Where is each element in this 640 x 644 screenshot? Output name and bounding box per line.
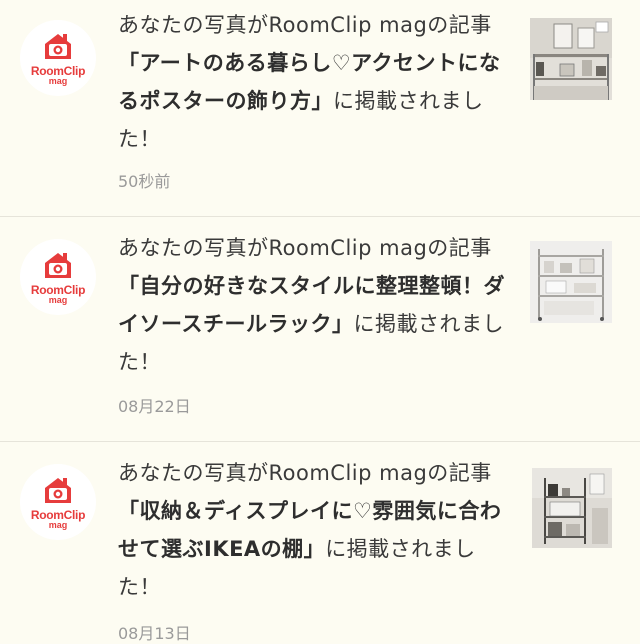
logo-subtitle: mag [48, 75, 68, 86]
logo-subtitle: mag [48, 519, 68, 530]
camera-icon [45, 477, 71, 503]
notification-message[interactable]: あなたの写真がRoomClip magの記事「自分の好きなスタイルに整理整頓！ダ… [118, 229, 510, 381]
logo-subtitle: mag [48, 294, 68, 305]
logo-wordmark: RoomClip [30, 63, 86, 78]
notification-time: 08月22日 [118, 397, 191, 416]
logo-wordmark: RoomClip [30, 507, 86, 522]
photo-thumbnail[interactable] [530, 18, 612, 100]
roomclip-mag-avatar[interactable]: RoomClip mag [20, 20, 96, 96]
notification-message[interactable]: あなたの写真がRoomClip magの記事「収納＆ディスプレイに♡雰囲気に合わ… [118, 454, 510, 606]
roomclip-mag-avatar[interactable]: RoomClip mag [20, 464, 96, 540]
notification-message[interactable]: あなたの写真がRoomClip magの記事「アートのある暮らし♡アクセントにな… [118, 6, 510, 158]
notification-item[interactable]: RoomClip mag あなたの写真がRoomClip magの記事「自分の好… [0, 217, 640, 442]
photo-image [532, 468, 612, 548]
roomclip-mag-avatar[interactable]: RoomClip mag [20, 239, 96, 315]
logo-wordmark: RoomClip [30, 282, 86, 297]
camera-icon [45, 252, 71, 278]
message-prefix: あなたの写真がRoomClip magの記事 [118, 13, 492, 37]
photo-image [530, 18, 612, 100]
notification-item[interactable]: RoomClip mag あなたの写真がRoomClip magの記事「収納＆デ… [0, 442, 640, 643]
message-prefix: あなたの写真がRoomClip magの記事 [118, 461, 492, 485]
photo-thumbnail[interactable] [530, 241, 612, 323]
photo-thumbnail[interactable] [532, 468, 612, 548]
message-prefix: あなたの写真がRoomClip magの記事 [118, 236, 492, 260]
photo-image [530, 241, 612, 323]
notification-item[interactable]: RoomClip mag あなたの写真がRoomClip magの記事「アートの… [0, 0, 640, 217]
notification-list: RoomClip mag あなたの写真がRoomClip magの記事「アートの… [0, 0, 640, 643]
notification-time: 08月13日 [118, 624, 191, 643]
notification-time: 50秒前 [118, 172, 171, 191]
camera-icon [45, 33, 71, 59]
